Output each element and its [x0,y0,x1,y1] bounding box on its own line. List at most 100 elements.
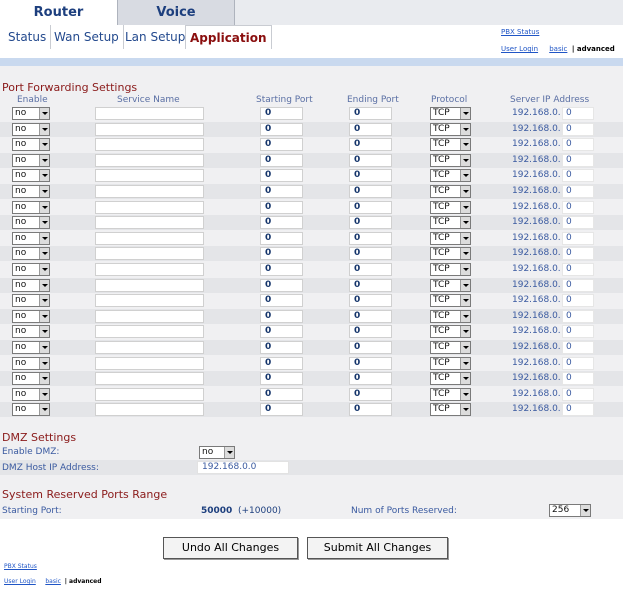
enable-select[interactable]: no [12,169,50,183]
server-ip-last-octet-input[interactable]: 0 [562,153,594,167]
service-name-input[interactable] [95,216,204,230]
starting-port-input[interactable]: 0 [260,247,303,261]
protocol-select[interactable]: TCP [430,325,471,339]
starting-port-input[interactable]: 0 [260,263,303,276]
bottom-pbx-status-link[interactable]: PBX Status [4,563,37,570]
subtab-application[interactable]: Application [185,25,272,49]
starting-port-input[interactable]: 0 [260,278,303,292]
protocol-select[interactable]: TCP [430,247,471,261]
service-name-input[interactable] [95,356,204,370]
protocol-select[interactable]: TCP [430,200,471,214]
protocol-select[interactable]: TCP [430,372,471,386]
ending-port-input[interactable]: 0 [349,309,392,323]
enable-select[interactable]: no [12,387,50,401]
server-ip-last-octet-input[interactable]: 0 [562,122,594,136]
ending-port-input[interactable]: 0 [349,200,392,214]
enable-select[interactable]: no [12,107,50,120]
ending-port-input[interactable]: 0 [349,372,392,386]
enable-select[interactable]: no [12,231,50,245]
enable-select[interactable]: no [12,325,50,339]
server-ip-last-octet-input[interactable]: 0 [562,107,594,120]
service-name-input[interactable] [95,341,204,354]
service-name-input[interactable] [95,325,204,339]
starting-port-input[interactable]: 0 [260,231,303,245]
ending-port-input[interactable]: 0 [349,169,392,183]
enable-select[interactable]: no [12,153,50,167]
starting-port-input[interactable]: 0 [260,325,303,339]
ending-port-input[interactable]: 0 [349,153,392,167]
server-ip-last-octet-input[interactable]: 0 [562,247,594,261]
protocol-select[interactable]: TCP [430,403,471,417]
server-ip-last-octet-input[interactable]: 0 [562,403,594,417]
ending-port-input[interactable]: 0 [349,341,392,354]
service-name-input[interactable] [95,231,204,245]
server-ip-last-octet-input[interactable]: 0 [562,294,594,308]
enable-select[interactable]: no [12,216,50,230]
ending-port-input[interactable]: 0 [349,294,392,308]
server-ip-last-octet-input[interactable]: 0 [562,356,594,370]
subtab-wan-setup[interactable]: Wan Setup [50,25,124,49]
protocol-select[interactable]: TCP [430,387,471,401]
ending-port-input[interactable]: 0 [349,216,392,230]
server-ip-last-octet-input[interactable]: 0 [562,263,594,276]
starting-port-input[interactable]: 0 [260,200,303,214]
starting-port-input[interactable]: 0 [260,341,303,354]
enable-select[interactable]: no [12,309,50,323]
protocol-select[interactable]: TCP [430,341,471,354]
ending-port-input[interactable]: 0 [349,122,392,136]
server-ip-last-octet-input[interactable]: 0 [562,216,594,230]
server-ip-last-octet-input[interactable]: 0 [562,200,594,214]
protocol-select[interactable]: TCP [430,216,471,230]
protocol-select[interactable]: TCP [430,153,471,167]
undo-all-changes-button[interactable]: Undo All Changes [163,537,298,559]
tab-voice[interactable]: Voice [117,0,235,25]
service-name-input[interactable] [95,278,204,292]
service-name-input[interactable] [95,247,204,261]
enable-select[interactable]: no [12,200,50,214]
starting-port-input[interactable]: 0 [260,216,303,230]
subtab-lan-setup[interactable]: Lan Setup [121,25,191,49]
service-name-input[interactable] [95,372,204,386]
tab-router[interactable]: Router [0,0,117,25]
enable-select[interactable]: no [12,263,50,276]
server-ip-last-octet-input[interactable]: 0 [562,387,594,401]
starting-port-input[interactable]: 0 [260,387,303,401]
enable-select[interactable]: no [12,122,50,136]
dmz-host-input[interactable]: 192.168.0.0 [197,461,289,474]
server-ip-last-octet-input[interactable]: 0 [562,231,594,245]
service-name-input[interactable] [95,153,204,167]
enable-select[interactable]: no [12,138,50,152]
pbx-status-link[interactable]: PBX Status [501,28,539,36]
ending-port-input[interactable]: 0 [349,278,392,292]
ending-port-input[interactable]: 0 [349,138,392,152]
starting-port-input[interactable]: 0 [260,122,303,136]
protocol-select[interactable]: TCP [430,138,471,152]
protocol-select[interactable]: TCP [430,309,471,323]
protocol-select[interactable]: TCP [430,231,471,245]
enable-select[interactable]: no [12,403,50,417]
server-ip-last-octet-input[interactable]: 0 [562,372,594,386]
basic-link[interactable]: basic [549,45,567,53]
subtab-status[interactable]: Status [4,25,52,49]
protocol-select[interactable]: TCP [430,107,471,120]
starting-port-input[interactable]: 0 [260,403,303,417]
starting-port-input[interactable]: 0 [260,356,303,370]
ending-port-input[interactable]: 0 [349,403,392,417]
starting-port-input[interactable]: 0 [260,372,303,386]
enable-select[interactable]: no [12,185,50,198]
enable-select[interactable]: no [12,294,50,308]
starting-port-input[interactable]: 0 [260,185,303,198]
server-ip-last-octet-input[interactable]: 0 [562,169,594,183]
protocol-select[interactable]: TCP [430,185,471,198]
service-name-input[interactable] [95,185,204,198]
server-ip-last-octet-input[interactable]: 0 [562,185,594,198]
ending-port-input[interactable]: 0 [349,263,392,276]
ending-port-input[interactable]: 0 [349,185,392,198]
protocol-select[interactable]: TCP [430,263,471,276]
service-name-input[interactable] [95,387,204,401]
num-ports-select[interactable]: 256 [549,504,591,517]
ending-port-input[interactable]: 0 [349,325,392,339]
bottom-user-login-link[interactable]: User Login [4,578,36,585]
service-name-input[interactable] [95,107,204,120]
starting-port-input[interactable]: 0 [260,107,303,120]
